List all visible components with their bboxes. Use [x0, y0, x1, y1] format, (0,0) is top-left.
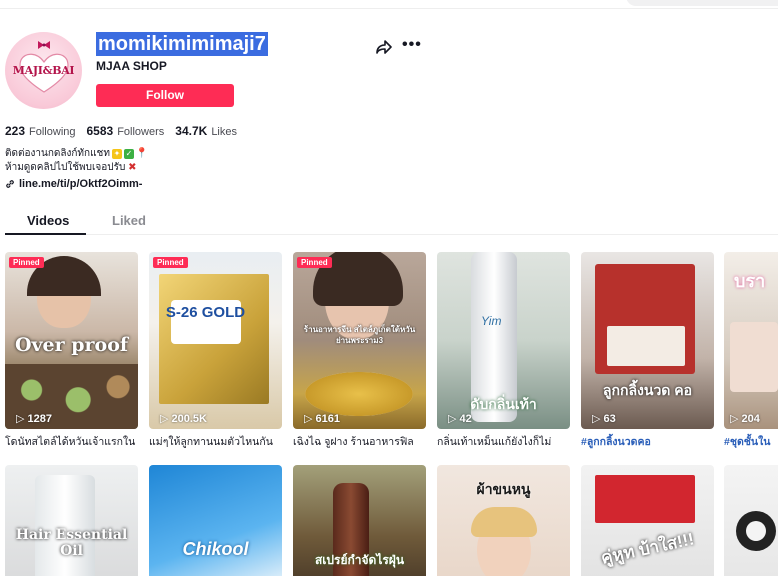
profile-link[interactable]: line.me/ti/p/Oktf2Oimm-	[5, 178, 142, 190]
video-overlay-text: สเปรย์กำจัดไรฝุ่น	[314, 553, 405, 567]
video-overlay-text: Over proof	[14, 334, 129, 356]
active-tab-indicator	[5, 233, 86, 235]
view-count: ▷ 1287	[16, 412, 52, 426]
video-overlay-text: ผ้าขนหนู	[476, 481, 531, 497]
more-options-icon[interactable]: •••	[402, 36, 422, 56]
followers-count: 6583	[86, 124, 114, 138]
video-caption[interactable]: #ลูกกลิ้งนวดคอ	[581, 433, 714, 450]
view-count: ▷ 42	[448, 412, 472, 426]
video-caption[interactable]: โดนัทสไตล์ได้หวันเจ้าแรกใน	[5, 433, 138, 450]
tab-videos[interactable]: Videos	[27, 213, 69, 228]
pin-icon: 📍	[135, 148, 149, 159]
video-overlay-text: Chikool	[182, 539, 249, 559]
video-card[interactable]: Hair Essential Oil	[5, 465, 138, 576]
followers-label[interactable]: Followers	[117, 126, 164, 138]
video-overlay-text: Hair Essential Oil	[15, 527, 128, 559]
play-icon: ▷	[448, 413, 457, 425]
pinned-badge: Pinned	[297, 257, 332, 268]
video-overlay-text: ร้านอาหารจีน สไตล์ภูเก็ตใต้หวัน ย่านพระร…	[303, 325, 416, 345]
view-count: ▷ 6161	[304, 412, 340, 426]
profile-bio: ติดต่องานกดลิงก์ทักแชท ✦ ✓ 📍 ห้ามดูดคลิป…	[5, 147, 149, 175]
tab-liked[interactable]: Liked	[112, 213, 146, 228]
video-card[interactable]: คู่หูท บ้าใส!!!	[581, 465, 714, 576]
profile-username: momikimimimaji7	[96, 32, 268, 56]
video-card[interactable]: Yim ดับกลิ่นเท้า ▷ 42	[437, 252, 570, 429]
play-icon: ▷	[592, 413, 601, 425]
video-card[interactable]: ผ้าขนหนู	[437, 465, 570, 576]
video-card[interactable]: ลูกกลิ้งนวด คอ ▷ 63	[581, 252, 714, 429]
video-caption[interactable]: แม่ๆให้ลูกทานนมตัวไหนกัน	[149, 433, 282, 450]
avatar[interactable]: MAJI&BAI	[5, 32, 82, 109]
profile-link-text[interactable]: line.me/ti/p/Oktf2Oimm-	[19, 178, 142, 190]
cross-icon: ✖	[128, 162, 137, 173]
video-card[interactable]: Chikool	[149, 465, 282, 576]
link-icon	[6, 180, 14, 188]
following-count: 223	[5, 124, 26, 138]
video-card[interactable]: Pinned S-26 GOLD ▷ 200.5K	[149, 252, 282, 429]
thumbnail-soup	[305, 372, 413, 416]
following-label[interactable]: Following	[29, 126, 75, 138]
view-count: ▷ 63	[592, 412, 616, 426]
pinned-badge: Pinned	[153, 257, 188, 268]
thumbnail-bottle	[35, 475, 95, 576]
video-overlay-text: คู่หูท บ้าใส!!!	[599, 529, 696, 568]
video-card[interactable]: Pinned ร้านอาหารจีน สไตล์ภูเก็ตใต้หวัน ย…	[293, 252, 426, 429]
thumbnail-hair	[471, 507, 537, 537]
bio-line-1: ติดต่องานกดลิงก์ทักแชท	[5, 148, 110, 159]
play-icon: ▷	[160, 413, 169, 425]
bow-icon	[38, 41, 50, 49]
check-icon: ✓	[123, 149, 134, 159]
play-icon: ▷	[16, 413, 25, 425]
video-caption[interactable]: เฉิงไฉ จูฝาง ร้านอาหารฟิล	[293, 433, 426, 450]
search-bar[interactable]	[626, 0, 778, 6]
header-divider	[0, 8, 778, 9]
thumbnail-product	[730, 322, 778, 392]
thumbnail-device-center	[746, 521, 766, 541]
video-card[interactable]: สเปรย์กำจัดไรฝุ่น	[293, 465, 426, 576]
thumbnail-cream-label	[607, 326, 685, 366]
video-overlay-text: บรา	[734, 271, 766, 291]
share-icon[interactable]	[375, 38, 393, 56]
video-caption[interactable]: #ชุดชั้นใน	[724, 433, 778, 450]
video-card[interactable]: Pinned Over proof ▷ 1287	[5, 252, 138, 429]
play-icon: ▷	[304, 413, 313, 425]
avatar-logo-text: MAJI&BAI	[12, 64, 75, 77]
profile-nickname: MJAA SHOP	[96, 59, 167, 73]
profile-stats: 223 Following 6583 Followers 34.7K Likes	[5, 124, 248, 138]
follow-button[interactable]: Follow	[96, 84, 234, 107]
view-count: ▷ 204	[730, 412, 760, 426]
thumbnail-brand: Yim	[481, 314, 502, 328]
view-count: ▷ 200.5K	[160, 412, 207, 426]
play-icon: ▷	[730, 413, 739, 425]
video-card[interactable]: บรา ▷ 204	[724, 252, 778, 429]
sparkle-icon: ✦	[111, 149, 122, 159]
video-overlay-text: ลูกกลิ้งนวด คอ	[602, 382, 693, 398]
bio-line-2: ห้ามดูดคลิปไปใช้พบเจอปรับ	[5, 162, 126, 173]
video-overlay-text: S-26 GOLD	[165, 304, 246, 321]
likes-label: Likes	[211, 126, 237, 138]
likes-count: 34.7K	[175, 124, 208, 138]
thumbnail-red-box	[595, 475, 695, 523]
pinned-badge: Pinned	[9, 257, 44, 268]
video-card[interactable]	[724, 465, 778, 576]
profile-tabs: Videos Liked	[5, 206, 778, 235]
video-caption[interactable]: กลิ่นเท้าเหม็นแก้ยังไงก็ไม่	[437, 433, 570, 450]
